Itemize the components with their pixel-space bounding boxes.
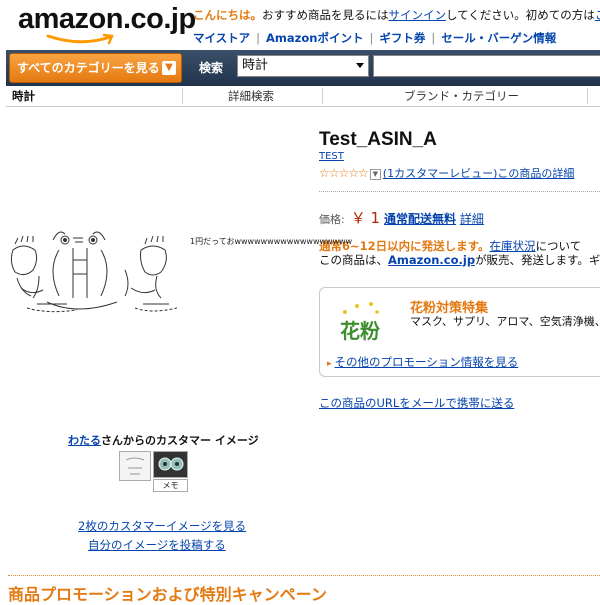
- chevron-down-icon[interactable]: ▼: [369, 168, 381, 180]
- dropdown-arrow-icon: [356, 63, 364, 68]
- customer-images-title: わたるさんからのカスタマー イメージ: [68, 432, 259, 448]
- smile-arrow-icon: [46, 33, 114, 45]
- signin-link[interactable]: サインイン: [389, 8, 447, 22]
- stock-status-link[interactable]: 在庫状況: [490, 239, 536, 253]
- product-detail-link[interactable]: この商品の詳細: [497, 167, 574, 180]
- nav-points[interactable]: Amazonポイント: [266, 31, 363, 45]
- memo-label: メモ: [153, 479, 188, 492]
- product-title: Test_ASIN_A: [319, 129, 437, 150]
- send-url-to-mobile-link[interactable]: この商品のURLをメールで携帯に送る: [319, 395, 514, 411]
- search-label: 検索: [199, 61, 224, 75]
- seller-prefix: この商品は、: [319, 253, 388, 267]
- seller-info: この商品は、Amazon.co.jpが販売、発送します。ギフト: [319, 253, 600, 268]
- subnav-brand-category[interactable]: ブランド・カテゴリー: [404, 86, 519, 106]
- customer-images-label: さんからのカスタマー イメージ: [101, 434, 259, 447]
- subnav-advanced-search[interactable]: 詳細検索: [228, 86, 274, 106]
- nav-mystore[interactable]: マイストア: [193, 31, 250, 45]
- nav-sale[interactable]: セール・バーゲン情報: [441, 31, 556, 45]
- greeting-text-2: してください。初めての方は: [446, 8, 595, 22]
- promo-description: マスク、サプリ、アロマ、空気清浄機、ト: [410, 315, 600, 328]
- shipping-details-link[interactable]: 詳細: [460, 212, 484, 226]
- bullet-arrow-icon: ▸: [327, 359, 332, 369]
- price-label: 価格:: [319, 213, 345, 226]
- search-input[interactable]: [373, 55, 600, 77]
- top-nav: マイストア | Amazonポイント | ギフト券 | セール・バーゲン情報: [193, 31, 557, 45]
- greeting-hello: こんにちは。: [193, 8, 262, 22]
- pollen-icon[interactable]: 花粉: [335, 300, 385, 350]
- price-value: ￥ 1: [350, 209, 381, 227]
- subnav-current[interactable]: 時計: [12, 86, 35, 106]
- review-link[interactable]: (1カスタマーレビュー): [383, 167, 498, 180]
- post-own-image-link[interactable]: 自分のイメージを投稿する: [88, 537, 226, 553]
- customer-image-thumbnail[interactable]: [119, 451, 151, 481]
- register-link[interactable]: こち: [595, 8, 600, 22]
- nav-giftcard[interactable]: ギフト券: [379, 31, 425, 45]
- view-customer-images-link[interactable]: 2枚のカスタマーイメージを見る: [78, 518, 246, 534]
- rating-row: ☆☆☆☆☆ ▼ (1カスタマーレビュー)この商品の詳細: [319, 166, 574, 181]
- all-categories-button[interactable]: すべてのカテゴリーを見る ▼: [9, 53, 182, 83]
- seller-link[interactable]: Amazon.co.jp: [388, 253, 475, 267]
- brand-link[interactable]: TEST: [319, 151, 344, 162]
- pollen-icon-label: 花粉: [340, 319, 380, 343]
- greeting-text: おすすめ商品を見るには: [262, 8, 389, 22]
- sub-nav: 時計 詳細検索 ブランド・カテゴリー: [6, 86, 600, 107]
- ship-tail-text: について: [535, 239, 582, 253]
- amazon-logo[interactable]: amazon.co.jp: [18, 4, 196, 34]
- price-row: 価格: ￥ 1 通常配送無料 詳細: [319, 210, 484, 228]
- more-promotions-label[interactable]: その他のプロモーション情報を見る: [335, 355, 519, 369]
- seller-tail: が販売、発送します。ギフト: [475, 253, 600, 267]
- free-shipping-link[interactable]: 通常配送無料: [384, 212, 456, 226]
- more-promotions-link[interactable]: ▸ その他のプロモーション情報を見る: [327, 354, 518, 370]
- greeting: こんにちは。おすすめ商品を見るにはサインインしてください。初めての方はこち: [193, 8, 600, 23]
- ascii-art-caption: 1円だっておwwwwwwwwwwwwwwwwww: [190, 237, 353, 246]
- customer-name-link[interactable]: わたる: [68, 434, 101, 447]
- shipping-time: 通常6~12日以内に発送します。在庫状況について: [319, 239, 581, 254]
- chevron-down-icon: ▼: [162, 61, 176, 75]
- campaign-section-title: 商品プロモーションおよび特別キャンペーン: [8, 585, 327, 604]
- divider: [319, 191, 600, 192]
- all-categories-label: すべてのカテゴリーを見る: [17, 61, 160, 75]
- customer-image-thumbnail[interactable]: [153, 451, 188, 478]
- search-category-select[interactable]: 時計: [237, 55, 369, 77]
- search-category-value: 時計: [242, 58, 269, 73]
- divider: [8, 575, 600, 576]
- star-rating-icon[interactable]: ☆☆☆☆☆: [319, 166, 369, 180]
